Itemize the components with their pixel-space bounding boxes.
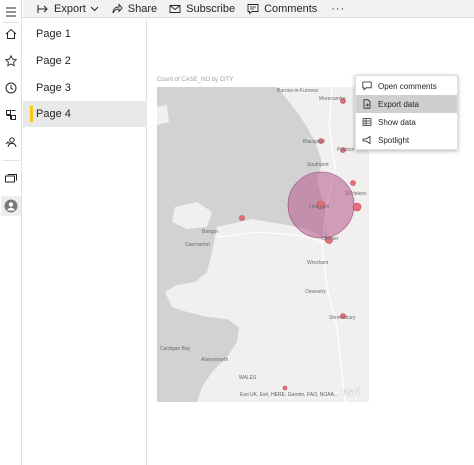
workspaces-icon[interactable]: [1, 169, 21, 189]
nav-rail: [0, 0, 22, 465]
share-button[interactable]: Share: [105, 0, 163, 18]
hamburger-menu-icon[interactable]: [1, 2, 21, 22]
more-options-button[interactable]: ···: [323, 0, 353, 18]
page-tab-label: Page 4: [36, 108, 71, 120]
menu-item-label: Export data: [378, 99, 419, 109]
share-icon: [112, 2, 123, 13]
spotlight-icon: [362, 135, 371, 145]
chevron-down-icon: [90, 6, 99, 12]
page-tab-4[interactable]: Page 4: [23, 101, 147, 127]
comment-icon: [362, 81, 372, 91]
menu-item-spotlight[interactable]: Spotlight: [356, 131, 457, 149]
share-label: Share: [127, 2, 158, 15]
favorites-star-icon[interactable]: [1, 51, 21, 71]
mail-icon: [169, 4, 181, 13]
map-label-bangor: Bangor: [202, 229, 218, 235]
menu-item-show-data[interactable]: Show data: [356, 113, 457, 131]
account-avatar[interactable]: [1, 196, 21, 216]
map-label-liverpool: Liverpool: [309, 204, 329, 210]
map-label-cardigan: Cardigan Bay: [160, 346, 191, 352]
rail-divider: [3, 160, 19, 161]
map-visual[interactable]: Barrow-in-Furness Morecambe Blackpool Pr…: [157, 87, 369, 402]
map-label-wales: WALES: [239, 375, 257, 381]
export-arrow-icon: [37, 4, 48, 13]
pages-pane: Page 1 Page 2 Page 3 Page 4: [23, 19, 147, 465]
map-canvas: Barrow-in-Furness Morecambe Blackpool Pr…: [157, 87, 369, 402]
map-label-southport: Southport: [307, 162, 329, 168]
map-label-wrexham: Wrexham: [307, 260, 328, 266]
comments-label: Comments: [264, 2, 318, 15]
recent-clock-icon[interactable]: [1, 78, 21, 98]
map-bubble-wales-south[interactable]: [282, 385, 288, 391]
home-icon[interactable]: [1, 24, 21, 44]
map-label-chester: Chester: [321, 236, 339, 242]
app-window: Export Share Subscribe Comments ··· Page…: [0, 0, 474, 465]
menu-item-label: Spotlight: [378, 135, 410, 145]
menu-item-open-comments[interactable]: Open comments: [356, 77, 457, 95]
map-label-oswestry: Oswestry: [305, 289, 326, 295]
map-label-blackpool: Blackpool: [303, 139, 325, 145]
map-label-sthelens: St Helens: [345, 191, 367, 197]
export-label: Export: [54, 2, 86, 15]
comment-icon: [247, 3, 259, 14]
table-icon: [362, 118, 372, 126]
menu-item-label: Open comments: [378, 81, 437, 91]
map-label-shrewsbury: Shrewsbury: [329, 315, 356, 321]
page-tab-label: Page 1: [36, 28, 71, 40]
map-bubble-sthelens[interactable]: [352, 202, 362, 212]
page-tab-1[interactable]: Page 1: [23, 21, 147, 47]
map-label-barrow: Barrow-in-Furness: [277, 88, 319, 94]
visual-context-menu: Open comments Export data Show data Spot…: [355, 75, 458, 150]
page-tab-label: Page 3: [36, 82, 71, 94]
subscribe-label: Subscribe: [186, 2, 236, 15]
isle-of-man-land: [157, 105, 169, 125]
apps-icon[interactable]: [1, 105, 21, 125]
menu-item-label: Show data: [378, 117, 416, 127]
subscribe-button[interactable]: Subscribe: [163, 0, 241, 18]
visual-title: Count of CASE_NO by CITY: [157, 77, 234, 83]
esri-logo: esri: [342, 387, 360, 398]
shared-with-me-icon[interactable]: [1, 132, 21, 152]
rail-divider: [3, 22, 19, 23]
page-tab-label: Page 2: [36, 55, 71, 67]
comments-button[interactable]: Comments: [241, 0, 323, 18]
map-label-morecambe: Morecambe: [319, 96, 346, 102]
map-label-caernarfon: Caernarfon: [185, 242, 210, 248]
export-button[interactable]: Export: [23, 0, 105, 18]
map-label-aberystwyth: Aberystwyth: [201, 357, 228, 363]
map-bubble-southport[interactable]: [350, 180, 356, 186]
map-attribution: Esri UK, Esri, HERE, Garmin, FAO, NOAA..…: [240, 392, 339, 398]
export-data-icon: [363, 99, 371, 109]
report-toolbar: Export Share Subscribe Comments ···: [23, 0, 474, 18]
map-bubble-rhyl[interactable]: [239, 215, 245, 221]
map-label-preston: Preston: [337, 147, 354, 153]
page-tab-3[interactable]: Page 3: [23, 75, 147, 101]
more-options-label: ···: [331, 2, 346, 15]
page-tab-2[interactable]: Page 2: [23, 48, 147, 74]
menu-item-export-data[interactable]: Export data: [356, 95, 457, 113]
